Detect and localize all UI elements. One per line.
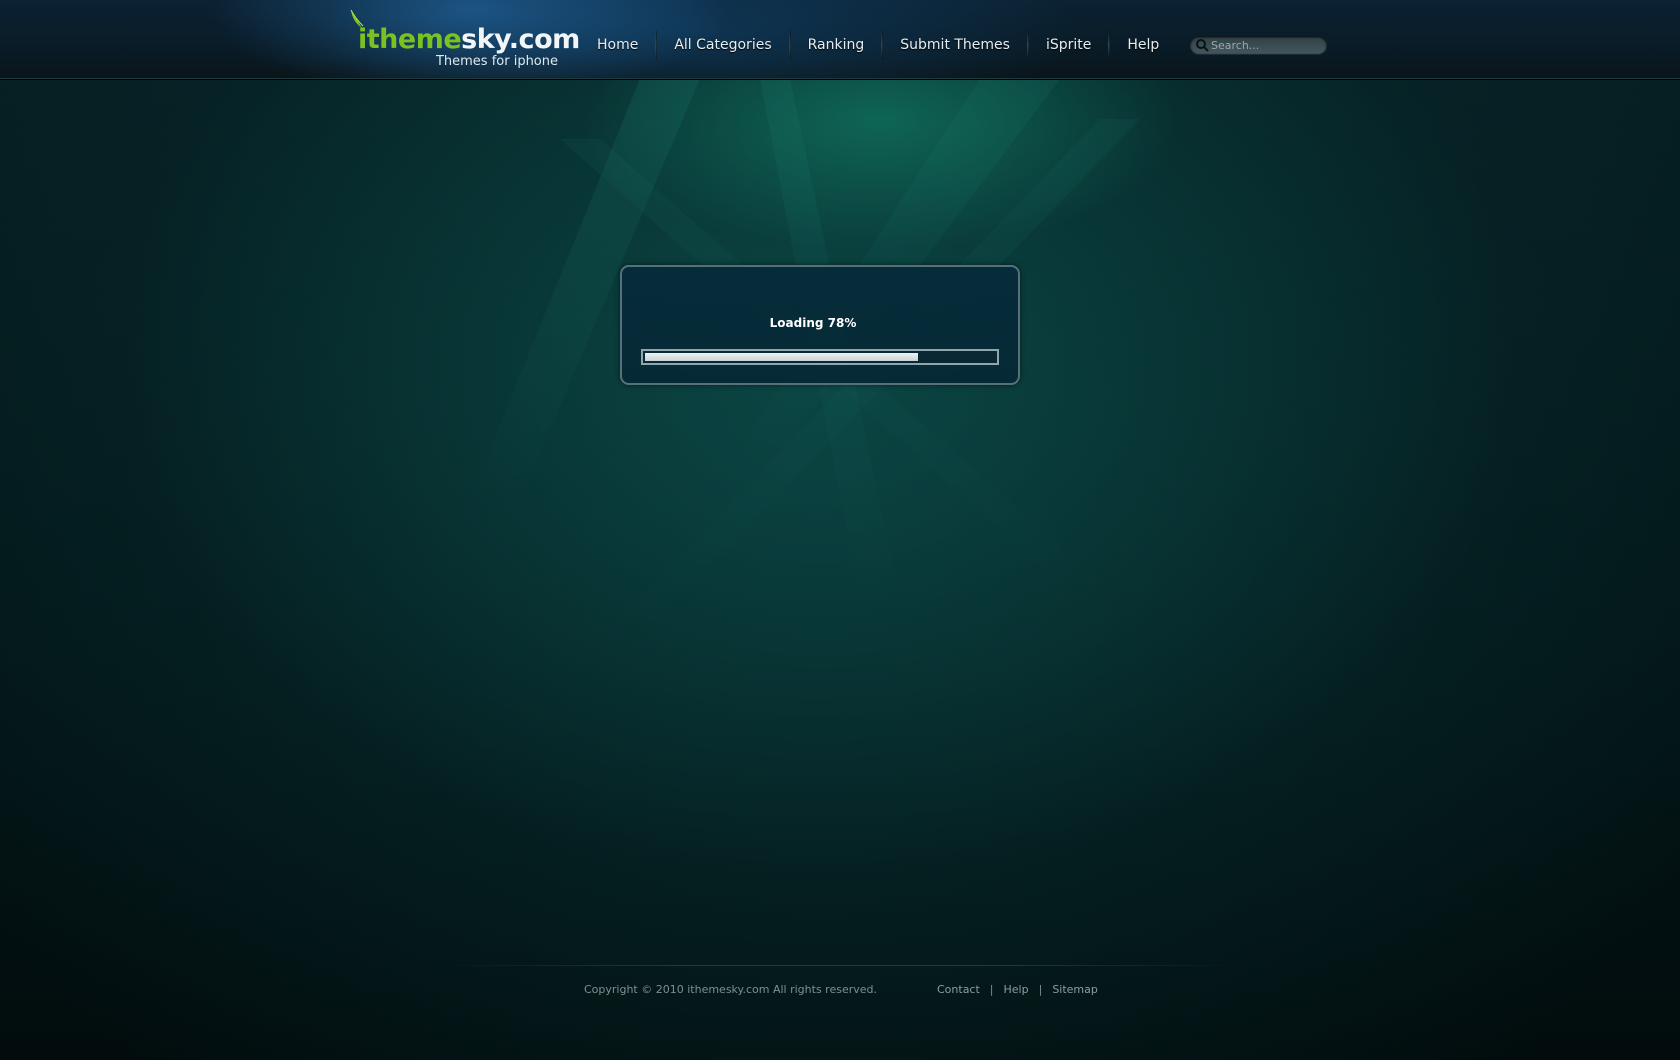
footer-divider [440, 965, 1240, 966]
search-box[interactable] [1190, 36, 1327, 54]
progress-bar-fill [645, 353, 918, 361]
nav-help[interactable]: Help [1110, 24, 1176, 66]
footer-separator: | [1038, 983, 1043, 996]
main-nav: Home All Categories Ranking Submit Theme… [580, 24, 1176, 66]
copyright-text: Copyright © 2010 ithemesky.com All right… [584, 983, 877, 996]
logo-wordmark-part2: sky.com [461, 24, 580, 55]
footer-separator: | [989, 983, 994, 996]
nav-isprite[interactable]: iSprite [1029, 24, 1108, 66]
search-input[interactable] [1211, 37, 1321, 53]
footer-link-help[interactable]: Help [1004, 983, 1029, 996]
logo-tagline: Themes for iphone [435, 54, 558, 69]
page: ithemesky.com Themes for iphone Home All… [0, 0, 1680, 1060]
progress-bar [641, 349, 999, 365]
logo-wordmark: ithemesky.com [358, 24, 580, 55]
loading-panel: Loading 78% [620, 265, 1020, 385]
site-header: ithemesky.com Themes for iphone Home All… [0, 0, 1680, 79]
footer-link-sitemap[interactable]: Sitemap [1052, 983, 1098, 996]
footer-link-contact[interactable]: Contact [937, 983, 980, 996]
nav-home[interactable]: Home [580, 24, 655, 66]
nav-submit-themes[interactable]: Submit Themes [883, 24, 1027, 66]
nav-ranking[interactable]: Ranking [791, 24, 882, 66]
nav-all-categories[interactable]: All Categories [657, 24, 788, 66]
logo-wordmark-part1: itheme [358, 24, 462, 55]
footer-links: Contact | Help | Sitemap [937, 983, 1098, 996]
loading-label: Loading 78% [769, 316, 857, 330]
site-logo[interactable]: ithemesky.com Themes for iphone [348, 8, 580, 72]
search-icon[interactable] [1195, 38, 1209, 52]
background-light-rays [470, 79, 1140, 639]
